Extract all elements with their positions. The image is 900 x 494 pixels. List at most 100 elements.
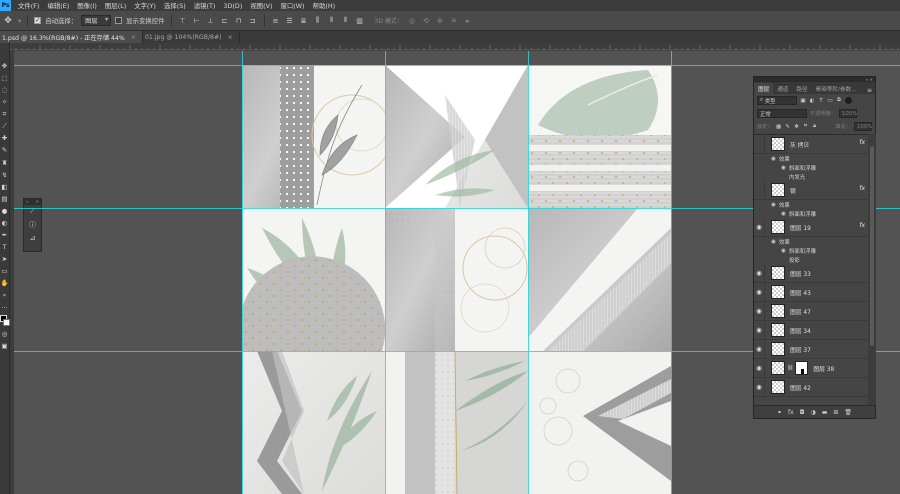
document-canvas[interactable] [242, 65, 671, 494]
lasso-tool-icon[interactable]: ◌ [0, 85, 9, 95]
guide-vertical[interactable] [671, 51, 672, 494]
filter-smart-object-icon[interactable]: ⧉ [836, 97, 842, 104]
fx-icon[interactable]: fx [859, 139, 865, 146]
align-left-icon[interactable]: ⊏ [220, 16, 230, 26]
menu-edit[interactable]: 编辑(E) [43, 1, 73, 10]
3d-pan-icon[interactable]: ✣ [435, 16, 445, 26]
healing-brush-tool-icon[interactable]: ✚ [0, 134, 9, 144]
tab-paths[interactable]: 路径 [792, 83, 811, 94]
effect-item[interactable]: 内发光 [754, 172, 868, 181]
gradient-tool-icon[interactable]: ▤ [0, 194, 9, 204]
brush-presets-icon[interactable]: ⊿ [24, 231, 41, 244]
3d-orbit-icon[interactable]: ◎ [407, 16, 417, 26]
menu-3d[interactable]: 3D(D) [219, 2, 246, 10]
menu-window[interactable]: 窗口(W) [276, 1, 308, 10]
lock-artboard-icon[interactable]: ⌗ [803, 123, 809, 130]
layer-row[interactable]: 银 fx [754, 180, 868, 200]
trash-icon[interactable]: 🗑︎ [844, 409, 852, 416]
layer-row[interactable]: ◉ 图层 37 [754, 339, 868, 359]
menu-help[interactable]: 帮助(H) [309, 1, 340, 10]
color-swatches[interactable] [0, 314, 10, 327]
distribute-bottom-icon[interactable]: ≣ [299, 16, 309, 26]
opacity-field[interactable]: 100% [838, 109, 857, 118]
layer-row[interactable]: ◉ ⛓ 图层 38 [754, 358, 868, 378]
eye-icon[interactable]: ◉ [778, 248, 789, 254]
filter-type-icon[interactable]: T [818, 98, 824, 104]
move-tool-icon[interactable]: ✥ [0, 61, 9, 71]
effect-item[interactable]: ◉ 斜面和浮雕 [754, 246, 868, 255]
show-transform-checkbox[interactable] [115, 17, 123, 24]
blend-mode-dropdown[interactable]: 正常 [757, 109, 807, 118]
lock-all-icon[interactable]: 🔒︎ [812, 123, 818, 130]
eye-icon[interactable]: ◉ [754, 217, 765, 237]
tab-gradient-map[interactable]: 晕染等阶/参数... [812, 83, 861, 94]
guide-vertical[interactable] [528, 51, 529, 494]
eye-icon[interactable]: ◉ [754, 263, 765, 283]
fill-field[interactable]: 100% [854, 122, 872, 131]
vertical-ruler[interactable] [10, 51, 14, 494]
auto-select-dropdown[interactable]: 图层 [81, 15, 112, 26]
background-color-swatch[interactable] [2, 318, 10, 326]
eye-icon[interactable]: ◉ [754, 358, 765, 378]
blur-tool-icon[interactable]: ● [0, 206, 9, 216]
align-bottom-icon[interactable]: ⊥ [206, 16, 216, 26]
zoom-tool-icon[interactable]: ⌕ [0, 291, 9, 301]
layer-row[interactable]: 灰 拷贝 fx [754, 135, 868, 154]
align-vcenter-icon[interactable]: ⊢ [192, 16, 202, 26]
3d-scale-icon[interactable]: ▸ [463, 16, 473, 26]
add-style-icon[interactable]: fx [788, 409, 794, 416]
magic-wand-tool-icon[interactable]: ✧ [0, 97, 9, 107]
tool-preset-chevron-icon[interactable]: ▾ [18, 17, 21, 25]
layer-row[interactable]: ◉ 图层 34 [754, 320, 868, 340]
eraser-tool-icon[interactable]: ◧ [0, 182, 9, 192]
menu-image[interactable]: 图像(I) [73, 1, 101, 10]
type-tool-icon[interactable]: T [0, 242, 9, 252]
distribute-hcenter-icon[interactable]: ⦀ [327, 16, 337, 26]
screen-mode-icon[interactable]: ▣ [0, 342, 9, 352]
lock-position-icon[interactable]: ✥ [794, 124, 800, 130]
distribute-right-icon[interactable]: ⫴ [341, 16, 351, 26]
close-icon[interactable]: × [131, 34, 136, 41]
3d-slide-icon[interactable]: ⁜ [449, 16, 459, 26]
menu-layer[interactable]: 图层(L) [101, 1, 130, 10]
guide-horizontal[interactable] [14, 65, 900, 66]
info-icon[interactable]: ⓘ [24, 218, 41, 231]
marquee-tool-icon[interactable]: ⬚ [0, 73, 9, 83]
effects-row[interactable]: ◉ 效果 [754, 237, 868, 246]
path-select-tool-icon[interactable]: ➤ [0, 255, 9, 265]
3d-roll-icon[interactable]: ⟲ [421, 16, 431, 26]
eye-icon[interactable]: ◉ [778, 211, 789, 217]
layer-row[interactable]: ◉ 图层 19 fx [754, 217, 868, 237]
brush-settings-icon[interactable]: ⟋ [24, 205, 41, 218]
chain-link-icon[interactable]: ⛓ [787, 365, 793, 371]
tab-layers[interactable]: 图层 [754, 83, 774, 94]
crop-tool-icon[interactable]: ⌗ [0, 109, 9, 119]
more-tools-icon[interactable]: ··· [0, 303, 9, 313]
scrollbar-thumb[interactable] [870, 146, 874, 346]
eye-icon[interactable]: ◉ [768, 239, 779, 245]
filter-kind-dropdown[interactable]: ⌕ 类型 [757, 96, 797, 105]
horizontal-ruler[interactable] [9, 43, 900, 51]
eye-icon[interactable]: ◉ [754, 301, 765, 321]
menu-filter[interactable]: 滤镜(T) [190, 1, 220, 10]
menu-select[interactable]: 选择(S) [160, 1, 190, 10]
eye-icon[interactable]: ◉ [754, 320, 765, 340]
lock-transparent-icon[interactable]: ▦ [776, 124, 782, 130]
eye-icon[interactable]: ◉ [778, 165, 789, 171]
fx-icon[interactable]: fx [859, 222, 865, 229]
tab-channels[interactable]: 通道 [773, 83, 792, 94]
distribute-left-icon[interactable]: ⫼ [313, 16, 323, 26]
distribute-vcenter-icon[interactable]: ☰ [285, 16, 295, 26]
stamp-tool-icon[interactable]: ♜ [0, 158, 9, 168]
panel-menu-icon[interactable]: ≡ [867, 87, 875, 94]
visibility-toggle-empty[interactable] [754, 180, 765, 200]
align-hcenter-icon[interactable]: ⊓ [234, 16, 244, 26]
visibility-toggle-empty[interactable] [754, 135, 765, 154]
auto-select-checkbox[interactable]: ✓ [34, 17, 42, 24]
dodge-tool-icon[interactable]: ◐ [0, 218, 9, 228]
effect-item[interactable]: ◉ 斜面和浮雕 [754, 209, 868, 218]
eyedropper-tool-icon[interactable]: ⟋ [0, 121, 9, 131]
quick-mask-icon[interactable]: ◎ [0, 330, 9, 340]
hand-tool-icon[interactable]: ✋ [0, 279, 9, 289]
filter-toggle-switch[interactable] [845, 97, 852, 104]
